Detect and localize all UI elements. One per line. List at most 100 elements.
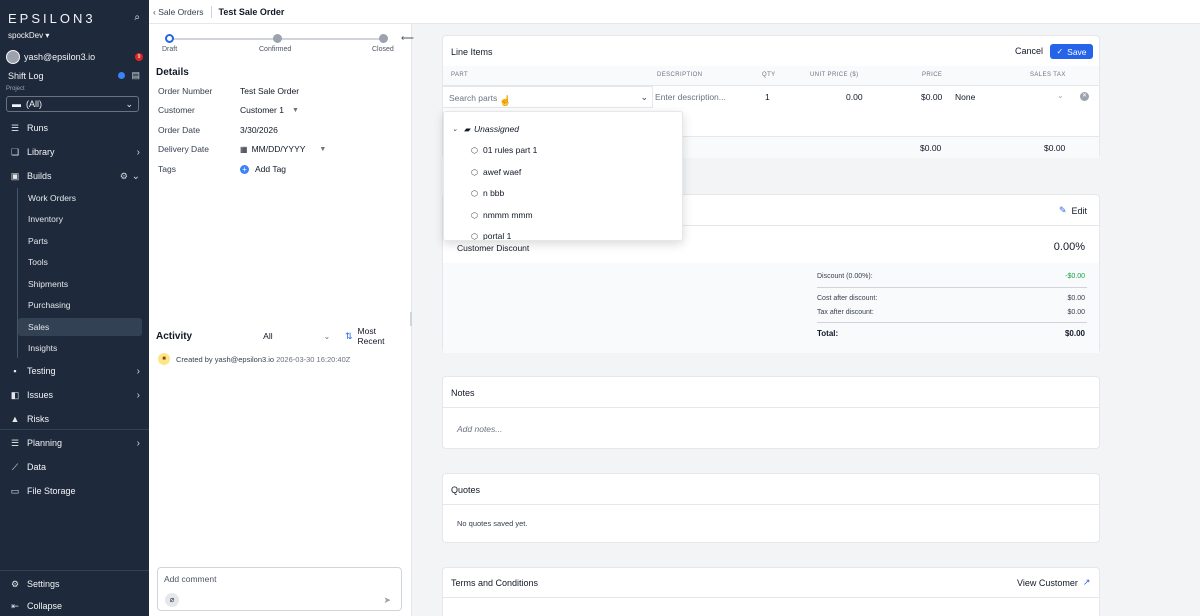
col-price: PRICE xyxy=(922,72,943,78)
step-draft-label: Draft xyxy=(162,46,178,53)
sidebar-item-tools[interactable]: Tools xyxy=(18,253,142,271)
customer-value: Customer 1 xyxy=(240,105,284,115)
dropdown-item[interactable]: ⬡ n bbb xyxy=(471,188,504,198)
sidebar-item-sales[interactable]: Sales xyxy=(18,318,142,336)
dropdown-item[interactable]: ⬡ nmmm mmm xyxy=(471,210,533,220)
nav-risks[interactable]: ▲ Risks xyxy=(0,409,149,429)
nav-runs[interactable]: ☰ Runs xyxy=(0,118,149,138)
paperclip-icon[interactable]: ⌀ xyxy=(165,593,179,607)
tax-after-value: $0.00 xyxy=(1067,309,1085,316)
dropdown-item-label: 01 rules part 1 xyxy=(482,145,538,155)
chevron-down-icon: ⌄ xyxy=(452,126,458,133)
step-confirmed-label: Confirmed xyxy=(259,46,292,53)
book-icon[interactable]: ▤ xyxy=(131,70,140,81)
workspace-selector[interactable]: spockDev ▾ xyxy=(8,31,49,40)
order-number-value[interactable]: Test Sale Order xyxy=(240,86,299,96)
line-items-title: Line Items xyxy=(451,47,493,57)
col-sales-tax: SALES TAX xyxy=(1030,72,1066,78)
notes-input[interactable]: Add notes... xyxy=(457,424,502,434)
app-logo[interactable]: EPSILON3 xyxy=(8,11,96,26)
sidebar-item-insights[interactable]: Insights xyxy=(18,339,142,357)
tax-after-label: Tax after discount: xyxy=(817,309,874,316)
notification-badge[interactable]: 9 xyxy=(135,53,143,61)
library-icon: ❑ xyxy=(10,146,20,157)
nav-issues-label: Issues xyxy=(27,390,54,400)
total-value: $0.00 xyxy=(1064,329,1085,338)
edit-button[interactable]: ✎ Edit xyxy=(1059,205,1087,216)
nav-issues[interactable]: ◧ Issues › xyxy=(0,385,149,405)
total-tax: $0.00 xyxy=(1044,143,1066,153)
sort-icon[interactable]: ⇅ xyxy=(345,331,353,342)
project-select[interactable]: ▬ (All) ⌄ xyxy=(6,96,139,112)
panel-resize-handle[interactable] xyxy=(410,312,412,326)
save-button[interactable]: ✓ Save xyxy=(1050,44,1093,59)
nav-file-storage[interactable]: ▭ File Storage xyxy=(0,481,149,501)
sidebar-item-shipments[interactable]: Shipments xyxy=(18,275,142,293)
user-email: yash@epsilon3.io xyxy=(24,52,96,62)
comment-input[interactable]: Add comment ⌀ ➤ xyxy=(157,567,402,611)
sidebar-item-inventory[interactable]: Inventory xyxy=(18,210,142,228)
project-value: (All) xyxy=(26,99,42,109)
add-tag-label: Add Tag xyxy=(255,164,287,174)
dropdown-item[interactable]: ⬡ 01 rules part 1 xyxy=(471,145,537,155)
qty-input[interactable]: 1 xyxy=(765,92,770,102)
order-date-value[interactable]: 3/30/2026 xyxy=(240,125,278,135)
card-divider xyxy=(443,407,1099,408)
top-bar: ‹ Sale Orders Test Sale Order xyxy=(149,0,1200,24)
sidebar-item-purchasing[interactable]: Purchasing xyxy=(18,296,142,314)
remove-row-icon[interactable]: ✕ xyxy=(1080,92,1089,101)
nav-data[interactable]: ⟋ Data xyxy=(0,457,149,477)
customer-select[interactable]: Customer 1 ▼ xyxy=(240,105,299,115)
customer-discount-value: 0.00% xyxy=(1053,241,1085,253)
activity-filter-select[interactable]: All xyxy=(263,331,323,341)
line-items-header: PART DESCRIPTION QTY UNIT PRICE ($) PRIC… xyxy=(443,66,1099,86)
dropdown-item[interactable]: ⬡ portal 1 xyxy=(471,231,511,240)
part-search-input[interactable]: Search parts ⌄ xyxy=(443,86,653,108)
folder-open-icon: ▰ xyxy=(463,124,471,134)
nav-settings[interactable]: ⚙ Settings xyxy=(0,574,149,594)
description-input[interactable]: Enter description... xyxy=(655,92,726,102)
dropdown-group-unassigned[interactable]: ⌄ ▰ Unassigned xyxy=(452,124,519,134)
search-icon[interactable]: ⌕ xyxy=(134,12,140,23)
cancel-button[interactable]: Cancel xyxy=(1015,46,1043,56)
tax-after-row: Tax after discount: $0.00 xyxy=(817,309,1085,316)
nav-library[interactable]: ❑ Library › xyxy=(0,142,149,162)
step-draft-dot[interactable] xyxy=(165,34,174,43)
delivery-date-input[interactable]: ▦ MM/DD/YYYY ▼ xyxy=(240,144,326,154)
nav-planning[interactable]: ☰ Planning › xyxy=(0,433,149,453)
shift-log-row[interactable]: Shift Log ▤ xyxy=(8,70,140,81)
chevron-down-icon[interactable]: ⌄ xyxy=(324,332,345,341)
sales-tax-select[interactable]: None xyxy=(955,92,975,102)
caret-down-icon: ▼ xyxy=(319,145,327,153)
notes-title: Notes xyxy=(451,388,475,398)
dropdown-item[interactable]: ⬡ awef waef xyxy=(471,167,521,177)
terms-card: Terms and Conditions View Customer ↗ xyxy=(442,567,1100,616)
nav-testing[interactable]: ▪ Testing › xyxy=(0,361,149,381)
notes-card: Notes Add notes... xyxy=(442,376,1100,449)
sidebar-item-parts[interactable]: Parts xyxy=(18,232,142,250)
gear-icon[interactable]: ⚙ xyxy=(120,171,128,182)
chevron-right-icon: › xyxy=(136,365,140,377)
total-price: $0.00 xyxy=(920,143,942,153)
nav-collapse[interactable]: ⇤ Collapse xyxy=(0,596,149,616)
chevron-right-icon: › xyxy=(136,146,140,158)
nav-planning-label: Planning xyxy=(27,438,63,448)
sort-label[interactable]: Most Recent xyxy=(358,326,404,346)
nav-settings-label: Settings xyxy=(27,579,60,589)
part-search-placeholder: Search parts xyxy=(449,93,498,103)
chevron-down-icon[interactable]: ⌄ xyxy=(1057,91,1064,100)
unit-price-input[interactable]: 0.00 xyxy=(846,92,863,102)
view-customer-link[interactable]: View Customer ↗ xyxy=(1017,577,1090,588)
nav-builds[interactable]: ▣ Builds ⚙ ⌄ xyxy=(0,166,149,186)
step-closed-dot[interactable] xyxy=(379,34,388,43)
sidebar-item-work-orders[interactable]: Work Orders xyxy=(18,189,142,207)
add-tag-button[interactable]: + Add Tag xyxy=(240,164,286,174)
nav-divider xyxy=(0,570,149,571)
user-menu[interactable]: yash@epsilon3.io 9 xyxy=(6,49,143,65)
collapse-panel-icon[interactable]: ⟵ xyxy=(401,33,414,44)
plus-icon: + xyxy=(240,164,249,174)
chevron-down-icon[interactable]: ⌄ xyxy=(640,92,648,103)
send-icon[interactable]: ➤ xyxy=(383,595,391,606)
step-confirmed-dot[interactable] xyxy=(273,34,282,43)
breadcrumb-sale-orders[interactable]: ‹ Sale Orders xyxy=(153,7,204,17)
